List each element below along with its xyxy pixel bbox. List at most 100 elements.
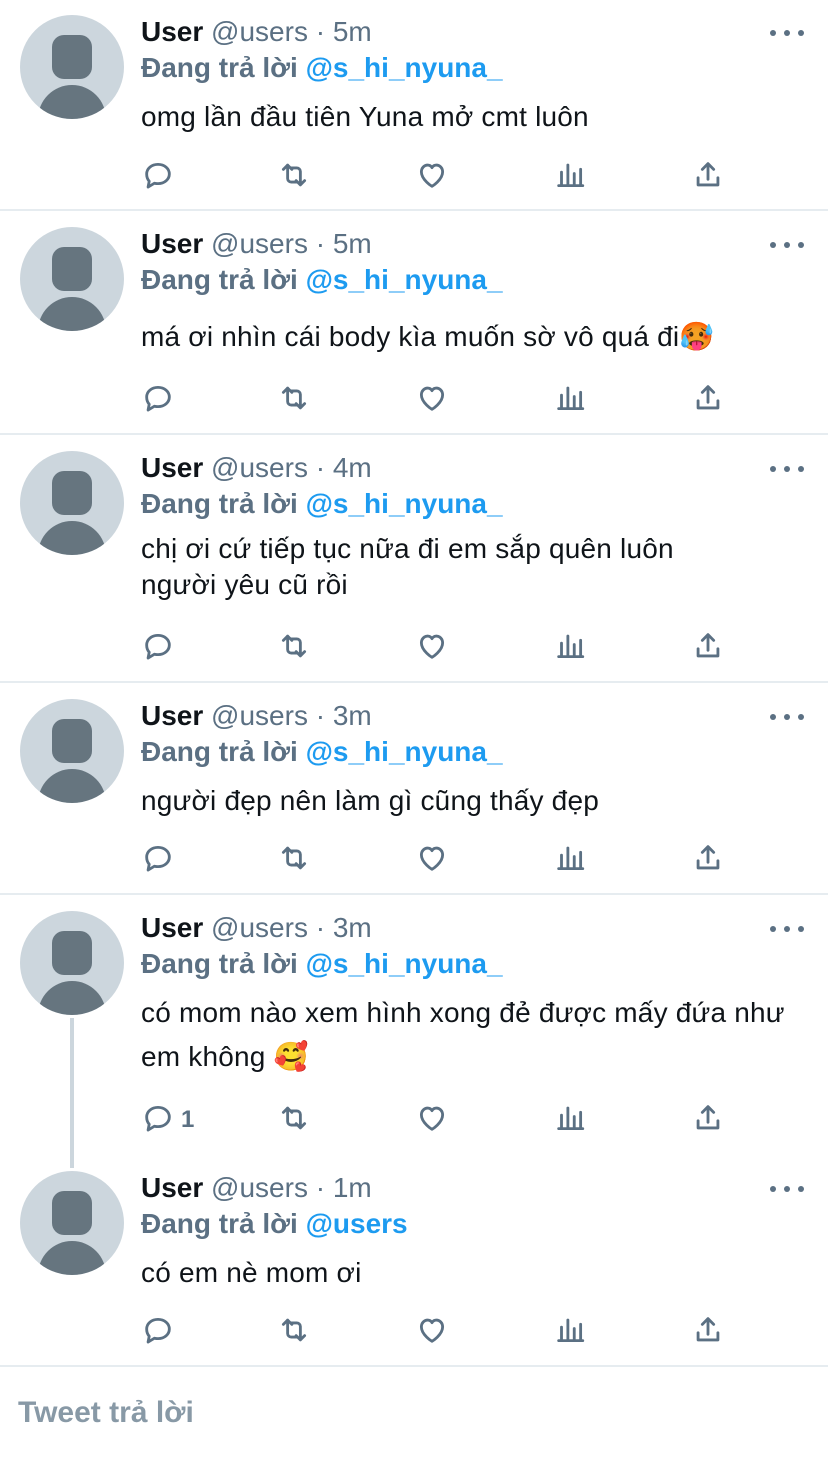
reply-button[interactable]: 1 <box>141 1103 194 1137</box>
replying-to-link[interactable]: @s_hi_nyuna_ <box>306 264 503 295</box>
retweet-button[interactable] <box>277 631 311 665</box>
timestamp[interactable]: 5m <box>333 228 372 259</box>
retweet-button[interactable] <box>277 160 311 194</box>
user-handle[interactable]: @users <box>211 700 308 731</box>
user-name[interactable]: User <box>141 228 203 259</box>
replying-to-label: Đang trả lời <box>141 948 298 979</box>
share-button[interactable] <box>691 1103 725 1137</box>
reply-button[interactable] <box>141 1315 175 1349</box>
default-avatar-icon[interactable] <box>20 15 124 119</box>
action-bar <box>141 160 741 194</box>
more-options-icon[interactable] <box>770 705 804 729</box>
separator-dot: · <box>315 1172 326 1203</box>
replying-to-link[interactable]: @s_hi_nyuna_ <box>306 948 503 979</box>
tweet-text: chị ơi cứ tiếp tục nữa đi em sắp quên lu… <box>141 533 674 600</box>
default-avatar-icon[interactable] <box>20 699 124 803</box>
analytics-button[interactable] <box>553 383 587 417</box>
share-button[interactable] <box>691 1315 725 1349</box>
reply-button[interactable] <box>141 631 175 665</box>
user-name[interactable]: User <box>141 1172 203 1203</box>
replying-to: Đang trả lời @s_hi_nyuna_ <box>141 263 503 297</box>
share-button[interactable] <box>691 160 725 194</box>
replying-to-label: Đang trả lời <box>141 488 298 519</box>
like-button[interactable] <box>415 843 449 877</box>
share-button[interactable] <box>691 843 725 877</box>
tweet-text: người đẹp nên làm gì cũng thấy đẹp <box>141 785 599 816</box>
like-button[interactable] <box>415 1315 449 1349</box>
user-handle[interactable]: @users <box>211 16 308 47</box>
retweet-button[interactable] <box>277 1103 311 1137</box>
reply-button[interactable] <box>141 843 175 877</box>
like-icon <box>415 158 449 197</box>
user-name[interactable]: User <box>141 912 203 943</box>
analytics-button[interactable] <box>553 1103 587 1137</box>
analytics-button[interactable] <box>553 843 587 877</box>
reply-count: 1 <box>181 1106 195 1133</box>
analytics-icon <box>553 1101 587 1140</box>
user-handle[interactable]: @users <box>211 1172 308 1203</box>
user-name[interactable]: User <box>141 700 203 731</box>
replying-to-link[interactable]: @s_hi_nyuna_ <box>306 736 503 767</box>
replying-to-label: Đang trả lời <box>141 1208 298 1239</box>
share-icon <box>691 629 725 668</box>
like-button[interactable] <box>415 383 449 417</box>
default-avatar-icon[interactable] <box>20 227 124 331</box>
retweet-icon <box>277 1101 311 1140</box>
timestamp[interactable]: 3m <box>333 912 372 943</box>
user-name[interactable]: User <box>141 16 203 47</box>
like-button[interactable] <box>415 160 449 194</box>
share-button[interactable] <box>691 631 725 665</box>
analytics-icon <box>553 1313 587 1352</box>
like-icon <box>415 381 449 420</box>
tweet-header: User @users · 1m <box>141 1171 372 1205</box>
tweet-header: User @users · 4m <box>141 451 372 485</box>
more-options-icon[interactable] <box>770 917 804 941</box>
more-options-icon[interactable] <box>770 457 804 481</box>
like-button[interactable] <box>415 1103 449 1137</box>
action-bar <box>141 1315 741 1349</box>
replying-to-link[interactable]: @users <box>306 1208 408 1239</box>
divider <box>0 433 828 435</box>
timestamp[interactable]: 1m <box>333 1172 372 1203</box>
replying-to-link[interactable]: @s_hi_nyuna_ <box>306 52 503 83</box>
analytics-icon <box>553 841 587 880</box>
user-handle[interactable]: @users <box>211 452 308 483</box>
retweet-button[interactable] <box>277 383 311 417</box>
action-bar <box>141 383 741 417</box>
reply-button[interactable] <box>141 383 175 417</box>
user-name[interactable]: User <box>141 452 203 483</box>
replying-to: Đang trả lời @s_hi_nyuna_ <box>141 735 503 769</box>
reply-button[interactable] <box>141 160 175 194</box>
action-bar: 1 <box>141 1103 741 1137</box>
replying-to: Đang trả lời @users <box>141 1207 408 1241</box>
retweet-icon <box>277 629 311 668</box>
tweet-header: User @users · 5m <box>141 227 372 261</box>
default-avatar-icon[interactable] <box>20 451 124 555</box>
analytics-button[interactable] <box>553 631 587 665</box>
more-options-icon[interactable] <box>770 233 804 257</box>
timestamp[interactable]: 3m <box>333 700 372 731</box>
reply-icon <box>141 1313 175 1352</box>
analytics-button[interactable] <box>553 160 587 194</box>
timestamp[interactable]: 4m <box>333 452 372 483</box>
more-options-icon[interactable] <box>770 21 804 45</box>
divider <box>0 209 828 211</box>
separator-dot: · <box>315 16 326 47</box>
user-handle[interactable]: @users <box>211 228 308 259</box>
retweet-button[interactable] <box>277 843 311 877</box>
share-icon <box>691 1101 725 1140</box>
analytics-button[interactable] <box>553 1315 587 1349</box>
analytics-icon <box>553 158 587 197</box>
share-button[interactable] <box>691 383 725 417</box>
user-handle[interactable]: @users <box>211 912 308 943</box>
timestamp[interactable]: 5m <box>333 16 372 47</box>
more-options-icon[interactable] <box>770 1177 804 1201</box>
default-avatar-icon[interactable] <box>20 1171 124 1275</box>
replying-to: Đang trả lời @s_hi_nyuna_ <box>141 947 503 981</box>
divider <box>0 893 828 895</box>
retweet-button[interactable] <box>277 1315 311 1349</box>
default-avatar-icon[interactable] <box>20 911 124 1015</box>
replying-to-link[interactable]: @s_hi_nyuna_ <box>306 488 503 519</box>
like-button[interactable] <box>415 631 449 665</box>
reply-composer[interactable]: Tweet trả lời <box>18 1396 194 1430</box>
